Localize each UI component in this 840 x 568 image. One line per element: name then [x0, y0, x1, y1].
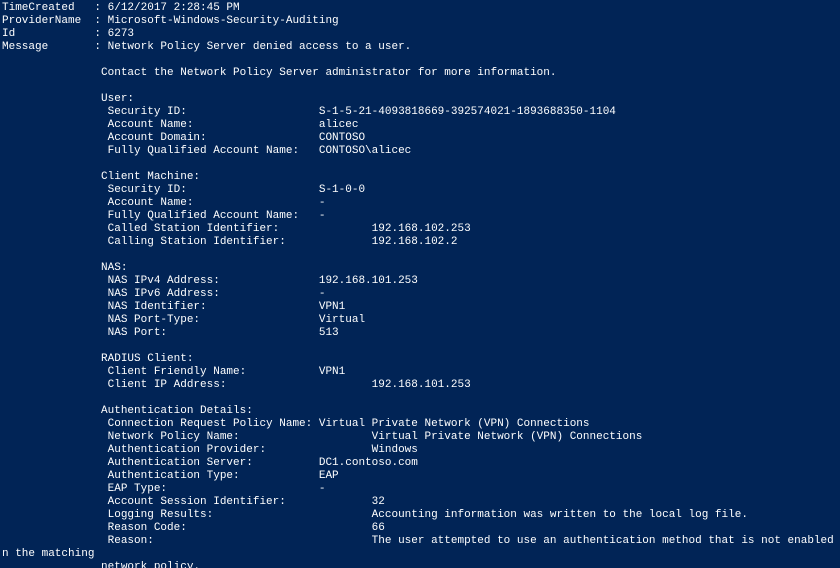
- powershell-console-output: TimeCreated : 6/12/2017 2:28:45 PM Provi…: [0, 0, 840, 568]
